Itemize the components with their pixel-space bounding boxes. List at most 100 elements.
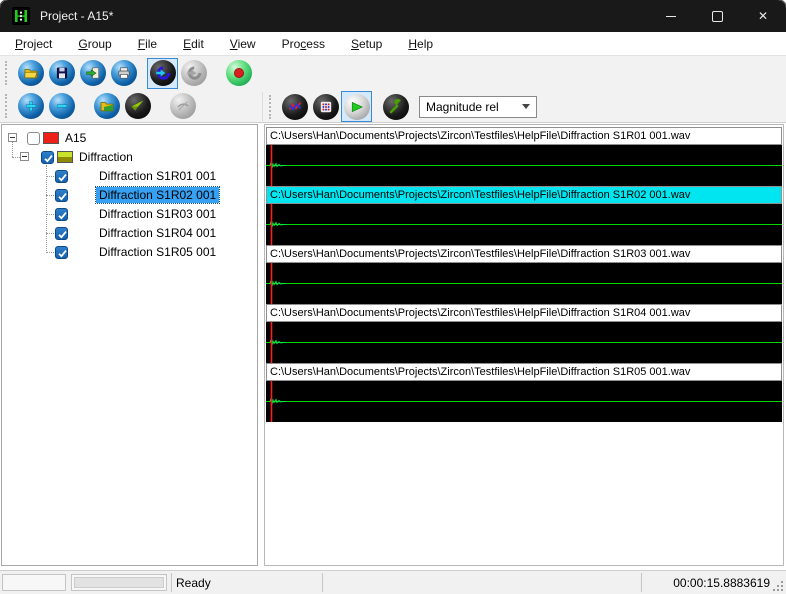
waveform-display[interactable]	[266, 381, 782, 422]
tree-root-label[interactable]: A15	[62, 130, 89, 146]
status-separator	[322, 573, 323, 592]
settings-button[interactable]	[380, 91, 411, 122]
export-document-icon	[79, 60, 106, 86]
waveform-display[interactable]	[266, 322, 782, 363]
export-button[interactable]	[77, 58, 108, 89]
matrix-view-button[interactable]	[310, 91, 341, 122]
menu-bar: Project Group File Edit View Process Setup Help	[0, 32, 786, 55]
signal-view-button[interactable]	[122, 91, 153, 122]
waveform-strip: C:\Users\Han\Documents\Projects\Zircon\T…	[266, 363, 782, 422]
tree-checkbox-root[interactable]	[27, 132, 40, 145]
toolbar-grip[interactable]	[5, 94, 10, 118]
tree-item-checkbox[interactable]	[55, 189, 68, 202]
matrix-grid-icon	[312, 93, 339, 120]
resize-grip[interactable]	[774, 582, 783, 591]
view-toolbar: Magnitude rel	[268, 90, 537, 123]
tree-row-root[interactable]: A15	[2, 129, 257, 148]
open-group-button[interactable]	[91, 91, 122, 122]
waveform-strip: C:\Users\Han\Documents\Projects\Zircon\T…	[266, 186, 782, 245]
add-button[interactable]	[15, 91, 46, 122]
waveform-header[interactable]: C:\Users\Han\Documents\Projects\Zircon\T…	[266, 304, 782, 322]
record-button[interactable]	[223, 58, 254, 89]
waveform-list: C:\Users\Han\Documents\Projects\Zircon\T…	[266, 127, 782, 422]
maximize-button[interactable]	[694, 0, 740, 32]
menu-item-group[interactable]: Group	[68, 34, 121, 54]
status-progress-track	[74, 577, 164, 588]
tree-item-label[interactable]: Diffraction S1R05 001	[96, 244, 219, 260]
tree-item-label[interactable]: Diffraction S1R01 001	[96, 168, 219, 184]
graph-view-button[interactable]	[279, 91, 310, 122]
tree-row-item[interactable]: Diffraction S1R03 001	[2, 205, 257, 224]
close-icon: ✕	[757, 9, 769, 23]
disabled-sphere-icon	[169, 93, 196, 119]
waveform-strip: C:\Users\Han\Documents\Projects\Zircon\T…	[266, 245, 782, 304]
tree-group-label[interactable]: Diffraction	[76, 149, 136, 165]
tree-row-group[interactable]: Diffraction	[2, 148, 257, 167]
tree-item-label[interactable]: Diffraction S1R02 001	[94, 186, 221, 204]
open-project-button[interactable]	[15, 58, 46, 89]
app-window: Project - A15* ✕ Project Group File Edit Vie…	[0, 0, 786, 594]
chevron-down-icon	[522, 104, 530, 109]
waveform-header[interactable]: C:\Users\Han\Documents\Projects\Zircon\T…	[266, 245, 782, 263]
magnitude-select[interactable]: Magnitude rel	[419, 95, 537, 118]
menu-item-edit[interactable]: Edit	[173, 34, 214, 54]
waveform-display[interactable]	[266, 204, 782, 245]
minus-icon	[48, 93, 75, 119]
tree-item-label[interactable]: Diffraction S1R04 001	[96, 225, 219, 241]
toolbar-grip[interactable]	[269, 94, 274, 119]
tree-row-item[interactable]: Diffraction S1R05 001	[2, 243, 257, 262]
collapse-icon[interactable]	[8, 133, 17, 142]
tree-item-checkbox[interactable]	[55, 208, 68, 221]
tree-item-label[interactable]: Diffraction S1R03 001	[96, 206, 219, 222]
tree-item-checkbox[interactable]	[55, 170, 68, 183]
waveform-display[interactable]	[266, 145, 782, 186]
process-arrow-icon	[149, 60, 176, 86]
toolbar-grip[interactable]	[5, 61, 10, 85]
tree-item-checkbox[interactable]	[55, 227, 68, 240]
waveform-header[interactable]: C:\Users\Han\Documents\Projects\Zircon\T…	[266, 363, 782, 381]
print-button[interactable]	[108, 58, 139, 89]
menu-item-file[interactable]: File	[128, 34, 167, 54]
main-toolbar	[0, 55, 786, 90]
remove-button[interactable]	[46, 91, 77, 122]
menu-item-view[interactable]: View	[220, 34, 266, 54]
envelope-view-button[interactable]	[341, 91, 372, 122]
menu-item-project[interactable]: Project	[5, 34, 62, 54]
waveform-header[interactable]: C:\Users\Han\Documents\Projects\Zircon\T…	[266, 127, 782, 145]
waveform-graphic	[266, 322, 782, 363]
save-button[interactable]	[46, 58, 77, 89]
save-icon	[48, 60, 75, 86]
waveform-strip: C:\Users\Han\Documents\Projects\Zircon\T…	[266, 127, 782, 186]
play-wedge-icon	[343, 93, 370, 120]
waveform-display[interactable]	[266, 263, 782, 304]
maximize-icon	[711, 10, 723, 22]
waveform-header[interactable]: C:\Users\Han\Documents\Projects\Zircon\T…	[266, 186, 782, 204]
window-title: Project - A15*	[40, 9, 114, 23]
close-button[interactable]: ✕	[740, 0, 786, 32]
title-bar: Project - A15* ✕	[0, 0, 786, 32]
tree-row-item[interactable]: Diffraction S1R04 001	[2, 224, 257, 243]
waveform-graphic	[266, 263, 782, 304]
toolbar-divider	[262, 92, 263, 121]
tree-row-item[interactable]: Diffraction S1R01 001	[2, 167, 257, 186]
folder-open-icon	[17, 60, 44, 86]
tree-checkbox-group[interactable]	[41, 151, 54, 164]
menu-item-help[interactable]: Help	[398, 34, 443, 54]
tree-item-checkbox[interactable]	[55, 246, 68, 259]
waveform-graphic	[266, 381, 782, 422]
minimize-button[interactable]	[648, 0, 694, 32]
magnitude-select-value: Magnitude rel	[426, 99, 499, 114]
menu-item-setup[interactable]: Setup	[341, 34, 392, 54]
menu-item-process[interactable]: Process	[272, 34, 335, 54]
status-cell-1	[2, 574, 66, 591]
status-progress	[71, 574, 167, 591]
status-time: 00:00:15.8883619	[673, 575, 770, 590]
process-forward-button[interactable]	[147, 57, 178, 89]
collapse-icon[interactable]	[20, 152, 29, 161]
tree-row-item[interactable]: Diffraction S1R02 001	[2, 186, 257, 205]
folder-group-icon	[93, 93, 120, 119]
group-color-swatch	[57, 151, 73, 163]
secondary-toolbar: Magnitude rel	[0, 90, 786, 123]
waveform-strip: C:\Users\Han\Documents\Projects\Zircon\T…	[266, 304, 782, 363]
signal-wedge-icon	[124, 93, 151, 119]
